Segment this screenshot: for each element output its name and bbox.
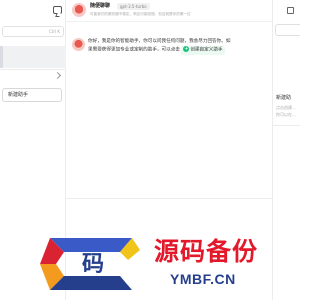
panel-toggle-icon[interactable] [287, 7, 294, 14]
message-line-2: 果需要获得更加专业或定制的助手，可以点击 [88, 47, 180, 53]
message-bubble: 你好，我是你的智能助手，你可以问我任何问题，我会尽力回答你。如 果需要获得更加专… [88, 38, 268, 55]
session-item-active[interactable] [0, 46, 66, 68]
new-chat-icon[interactable] [53, 6, 62, 14]
chevron-right-icon[interactable] [53, 71, 62, 80]
sidebar-divider [0, 69, 66, 70]
panel-card[interactable] [275, 24, 300, 36]
search-shortcut-hint: Ctrl K [48, 29, 60, 34]
message-line-1: 你好，我是你的智能助手，你可以问我任何问题，我会尽力回答你。如 [88, 39, 231, 44]
create-assistant-link[interactable]: + 创建自定义助手 [181, 46, 225, 55]
panel-subtitle-1: 点击创建... [276, 105, 296, 110]
assistant-avatar[interactable] [72, 3, 86, 17]
watermark-banner: 码 源码备份 YMBF.CN [0, 223, 300, 300]
create-assistant-label: 创建自定义助手 [190, 47, 223, 53]
chat-header: 随便聊聊 gpt-3.5-turbo 可能我们的服务器不稳定，响应可能较慢，但这… [66, 0, 272, 22]
watermark-logo-icon: 码 [40, 238, 140, 290]
assistant-description: 可能我们的服务器不稳定，响应可能较慢，但这就是你的第一位 [90, 12, 191, 16]
composer-divider [66, 198, 272, 199]
plus-icon: + [183, 46, 190, 52]
watermark-domain-text: YMBF.CN [170, 271, 236, 287]
panel-title: 新建助 [276, 95, 292, 101]
sidebar-topbar [0, 0, 66, 22]
watermark-chinese-text: 源码备份 [154, 237, 259, 266]
panel-divider [273, 125, 300, 126]
search-input[interactable]: Ctrl K [2, 26, 64, 37]
panel-subtitle-2: 你可以在... [276, 112, 296, 117]
model-tag[interactable]: gpt-3.5-turbo [117, 3, 150, 10]
watermark-glyph: 码 [82, 251, 104, 277]
new-assistant-button[interactable]: 新建助手 [2, 88, 62, 102]
assistant-name: 随便聊聊 [90, 3, 111, 9]
message-avatar [72, 38, 85, 51]
